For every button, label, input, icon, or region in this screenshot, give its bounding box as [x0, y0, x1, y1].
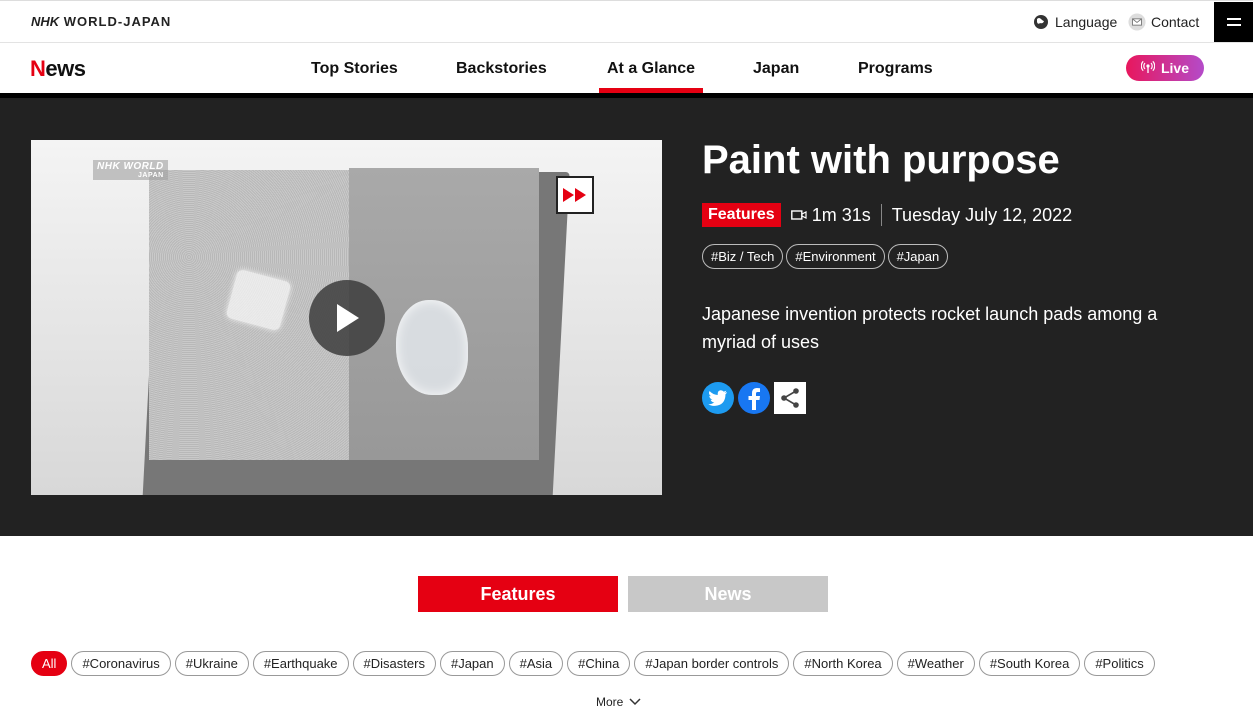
topic-filters: All #Coronavirus #Ukraine #Earthquake #D… [31, 651, 1155, 676]
broadcast-icon [1140, 60, 1156, 77]
filter-china[interactable]: #China [567, 651, 631, 676]
nav-at-a-glance[interactable]: At a Glance [598, 60, 704, 93]
filter-north-korea[interactable]: #North Korea [793, 651, 893, 676]
tag-biz-tech[interactable]: #Biz / Tech [702, 244, 784, 269]
filter-all[interactable]: All [31, 651, 68, 676]
nav-top-stories[interactable]: Top Stories [311, 60, 398, 78]
hero-section: NHK WORLD JAPAN Paint with purpose Featu… [0, 93, 1253, 536]
tab-features[interactable]: Features [418, 576, 618, 612]
play-icon[interactable] [309, 280, 385, 356]
more-label: More [596, 695, 624, 709]
watermark-text: NHK WORLD [97, 161, 164, 172]
hamburger-icon[interactable] [1214, 2, 1253, 42]
language-link[interactable]: Language [1032, 13, 1117, 31]
more-filters-button[interactable]: More [596, 695, 641, 709]
publish-date: Tuesday July 12, 2022 [891, 204, 1073, 225]
nav-japan[interactable]: Japan [753, 60, 799, 78]
live-button[interactable]: Live [1126, 55, 1204, 81]
globe-icon [1032, 13, 1050, 31]
video-watermark: NHK WORLD JAPAN [93, 160, 168, 180]
contact-label: Contact [1151, 14, 1200, 30]
tag-environment[interactable]: #Environment [786, 244, 885, 269]
facebook-icon[interactable] [738, 382, 770, 414]
utility-bar: NHK WORLD-JAPAN Language Contact [0, 0, 1253, 43]
meta-divider [880, 204, 882, 226]
chevron-down-icon [629, 695, 641, 709]
filter-asia[interactable]: #Asia [508, 651, 564, 676]
news-logo-rest: ews [45, 56, 86, 81]
live-label: Live [1160, 60, 1189, 76]
duration-text: 1m 31s [811, 204, 871, 225]
article-tags: #Biz / Tech #Environment #Japan [702, 244, 949, 269]
main-nav: News Top Stories Backstories At a Glance… [0, 43, 1253, 93]
nav-backstories[interactable]: Backstories [456, 60, 547, 78]
video-player[interactable]: NHK WORLD JAPAN [31, 140, 662, 495]
filter-weather[interactable]: #Weather [896, 651, 975, 676]
article-meta: Features 1m 31s Tuesday July 12, 2022 [702, 203, 1072, 227]
language-label: Language [1055, 14, 1118, 30]
article-description: Japanese invention protects rocket launc… [702, 304, 1158, 352]
tab-news[interactable]: News [628, 576, 828, 612]
filter-coronavirus[interactable]: #Coronavirus [71, 651, 171, 676]
filter-politics[interactable]: #Politics [1084, 651, 1155, 676]
news-logo[interactable]: News [30, 56, 86, 82]
filter-south-korea[interactable]: #South Korea [978, 651, 1081, 676]
article-title: Paint with purpose [702, 138, 1060, 182]
video-camera-icon [790, 205, 807, 226]
nhk-logo-text: NHK [31, 14, 60, 29]
nav-programs[interactable]: Programs [858, 60, 933, 78]
duration: 1m 31s [790, 204, 871, 226]
fast-forward-icon[interactable] [556, 176, 594, 214]
filter-ukraine[interactable]: #Ukraine [174, 651, 249, 676]
filter-earthquake[interactable]: #Earthquake [252, 651, 349, 676]
mail-icon [1128, 13, 1146, 31]
nhk-world-logo[interactable]: NHK WORLD-JAPAN [31, 14, 171, 29]
contact-link[interactable]: Contact [1128, 13, 1199, 31]
filter-japan[interactable]: #Japan [439, 651, 505, 676]
watermark-subtext: JAPAN [138, 172, 164, 179]
share-icon[interactable] [774, 382, 806, 414]
filter-japan-border-controls[interactable]: #Japan border controls [634, 651, 790, 676]
social-share [702, 382, 806, 414]
filter-disasters[interactable]: #Disasters [352, 651, 436, 676]
world-japan-logo-text: WORLD-JAPAN [59, 14, 172, 29]
twitter-icon[interactable] [702, 382, 734, 414]
thumbnail-melting-ice [396, 300, 468, 395]
category-badge[interactable]: Features [702, 203, 781, 227]
news-logo-n: N [30, 56, 46, 81]
tag-japan[interactable]: #Japan [887, 244, 949, 269]
